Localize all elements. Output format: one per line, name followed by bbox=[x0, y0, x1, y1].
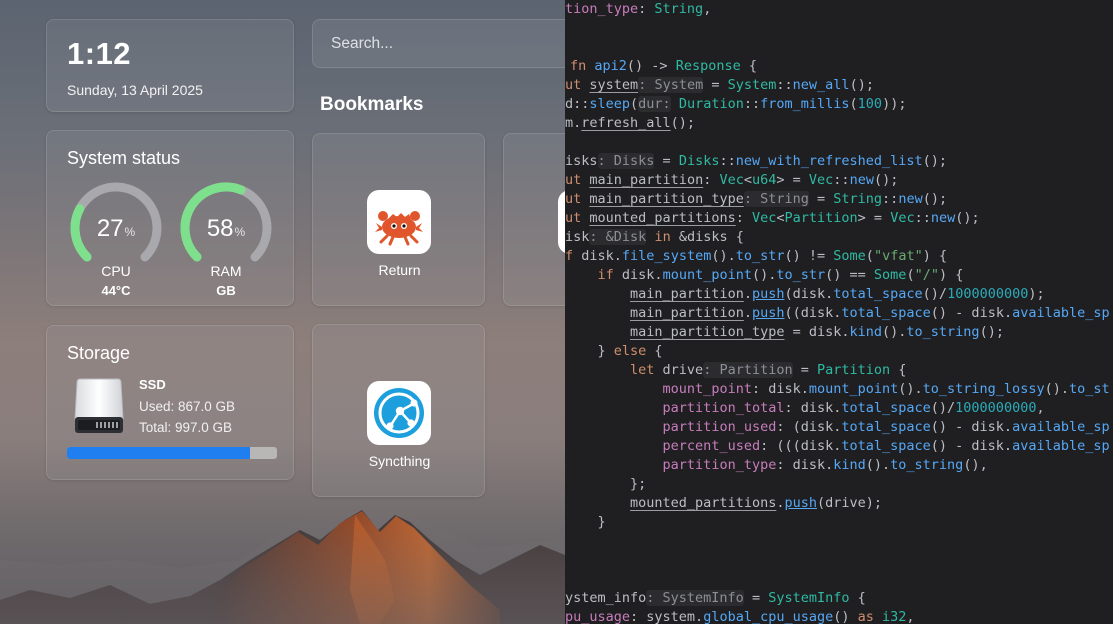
code-line: ut mounted_partitions: Vec<Partition> = … bbox=[565, 210, 980, 226]
cpu-label: CPU bbox=[101, 263, 131, 279]
code-line: mounted_partitions.push(drive); bbox=[630, 495, 883, 511]
bookmark-syncthing[interactable]: Syncthing bbox=[312, 324, 485, 497]
code-line: } bbox=[565, 514, 606, 530]
code-line: f disk.file_system().to_str() != Some("v… bbox=[565, 248, 948, 264]
bookmark-return-label: Return bbox=[378, 262, 421, 278]
code-line: pu_usage: system.global_cpu_usage() as i… bbox=[565, 609, 915, 624]
code-line: mount_point: disk.mount_point().to_strin… bbox=[662, 381, 1110, 397]
code-line: m.refresh_all(); bbox=[565, 115, 696, 131]
storage-widget: Storage SSD Used: 867.0 GB Total: 997.0 … bbox=[46, 325, 294, 480]
ssd-drive-icon bbox=[74, 378, 124, 433]
ram-label: RAM bbox=[210, 263, 242, 279]
code-line: partition_used: (disk.total_space() - di… bbox=[662, 419, 1110, 435]
code-line: partition_total: disk.total_space()/1000… bbox=[662, 400, 1045, 416]
bookmark-tile-partial[interactable] bbox=[503, 133, 565, 306]
code-line: ystem_info: SystemInfo = SystemInfo { bbox=[565, 590, 866, 606]
syncthing-icon bbox=[367, 381, 431, 445]
ferris-crab-icon bbox=[367, 190, 431, 254]
clock-time: 1:12 bbox=[67, 36, 132, 71]
code-line: fn api2() -> Response { bbox=[570, 58, 757, 74]
clock-widget: 1:12 Sunday, 13 April 2025 bbox=[46, 19, 294, 112]
cpu-percent: 27% bbox=[96, 215, 136, 242]
code-line: isk: &Disk in &disks { bbox=[565, 229, 744, 245]
storage-title: Storage bbox=[67, 343, 131, 363]
code-line: isks: Disks = Disks::new_with_refreshed_… bbox=[565, 153, 948, 169]
system-status-title: System status bbox=[67, 148, 181, 168]
code-line: main_partition.push((disk.total_space() … bbox=[630, 305, 1110, 321]
code-line: ut main_partition: Vec<u64> = Vec::new()… bbox=[565, 172, 899, 188]
code-line: tion_type: String, bbox=[565, 1, 712, 17]
code-line: }; bbox=[565, 476, 647, 492]
bookmarks-title: Bookmarks bbox=[320, 94, 424, 115]
cpu-gauge: 27% CPU 44°C bbox=[69, 181, 163, 301]
ram-gauge: 58% RAM GB bbox=[179, 181, 273, 301]
code-line: if disk.mount_point().to_str() == Some("… bbox=[597, 267, 964, 283]
ram-percent: 58% bbox=[206, 215, 246, 242]
ssd-name: SSD bbox=[139, 377, 166, 392]
dashboard: 1:12 Sunday, 13 April 2025 System status… bbox=[0, 0, 565, 624]
code-line: ut main_partition_type: String = String:… bbox=[565, 191, 948, 207]
search-placeholder: Search... bbox=[331, 35, 394, 52]
code-line: } else { bbox=[565, 343, 663, 359]
code-line: percent_used: (((disk.total_space() - di… bbox=[662, 438, 1110, 454]
code-line: main_partition_type = disk.kind().to_str… bbox=[630, 324, 1004, 340]
storage-usage-fill bbox=[67, 447, 250, 459]
code-line: let drive: Partition = Partition { bbox=[630, 362, 907, 378]
bookmark-syncthing-label: Syncthing bbox=[368, 453, 431, 469]
code-line: partition_type: disk.kind().to_string(), bbox=[662, 457, 988, 473]
storage-usage-bar bbox=[67, 447, 277, 459]
clock-date: Sunday, 13 April 2025 bbox=[67, 82, 203, 98]
code-line: d::sleep(dur: Duration::from_millis(100)… bbox=[565, 96, 907, 112]
code-line: ut system: System = System::new_all(); bbox=[565, 77, 874, 93]
ssd-total: Total: 997.0 GB bbox=[139, 420, 233, 435]
code-line: main_partition.push(disk.total_space()/1… bbox=[630, 286, 1045, 302]
ssd-used: Used: 867.0 GB bbox=[139, 399, 236, 414]
ram-sub: GB bbox=[216, 283, 236, 298]
code-editor[interactable]: tion_type: String, fn api2() -> Response… bbox=[565, 0, 1113, 624]
bookmark-return[interactable]: Return bbox=[312, 133, 485, 306]
system-status-widget: System status 27% CPU 44°C 58% RAM GB bbox=[46, 130, 294, 306]
cpu-temperature: 44°C bbox=[101, 283, 131, 298]
app-icon bbox=[558, 190, 565, 254]
search-input[interactable]: Search... bbox=[312, 19, 565, 68]
